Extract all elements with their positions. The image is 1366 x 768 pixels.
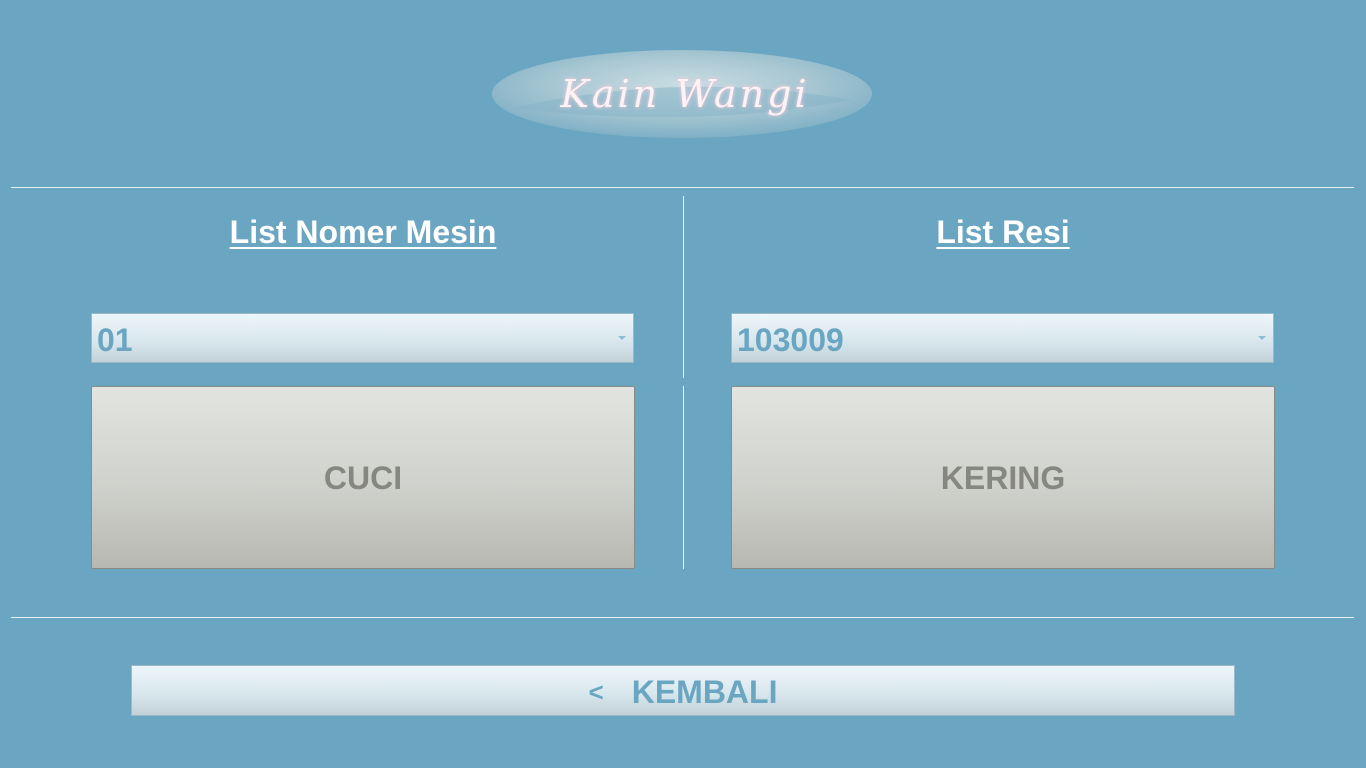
dropdown-arrow-icon <box>1258 336 1266 340</box>
center-divider-lower <box>683 386 684 569</box>
logo-text: Kain Wangi <box>560 72 810 116</box>
bottom-divider <box>11 617 1354 618</box>
machine-number-selected: 01 <box>97 322 133 358</box>
page: Kain Wangi List Nomer Mesin 01 CUCI List… <box>0 0 1366 768</box>
receipt-dropdown[interactable]: 103009 <box>731 313 1274 363</box>
dry-button[interactable]: KERING <box>731 386 1275 569</box>
back-button[interactable]: < KEMBALI <box>131 665 1235 716</box>
wash-button[interactable]: CUCI <box>91 386 635 569</box>
receipt-selected: 103009 <box>737 322 844 358</box>
chevron-left-icon: < <box>588 677 604 707</box>
machine-number-dropdown[interactable]: 01 <box>91 313 634 363</box>
app-logo: Kain Wangi <box>492 50 878 142</box>
machine-list-heading: List Nomer Mesin <box>229 214 497 250</box>
dropdown-arrow-icon <box>618 336 626 340</box>
receipt-list-heading: List Resi <box>936 214 1070 250</box>
top-divider <box>11 187 1354 188</box>
back-button-label: KEMBALI <box>631 674 778 710</box>
center-divider-upper <box>683 196 684 378</box>
